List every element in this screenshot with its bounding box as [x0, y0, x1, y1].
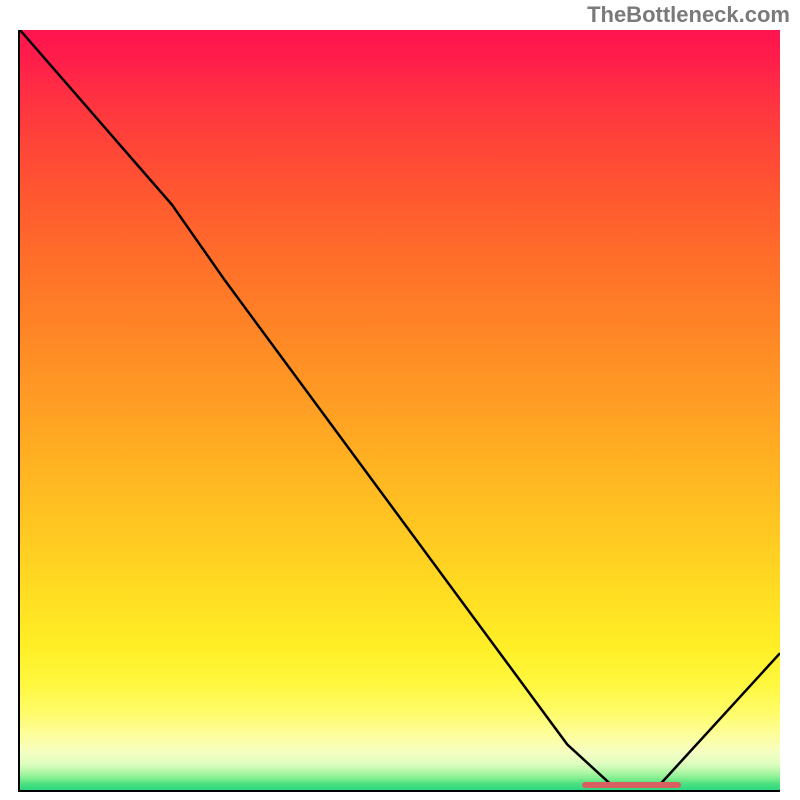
curve-svg — [20, 30, 780, 790]
chart-container: TheBottleneck.com — [0, 0, 800, 800]
x-axis — [18, 790, 780, 792]
plot-area — [20, 30, 780, 790]
optimal-marker — [582, 782, 681, 788]
watermark-text: TheBottleneck.com — [587, 2, 790, 28]
bottleneck-curve — [20, 30, 780, 786]
